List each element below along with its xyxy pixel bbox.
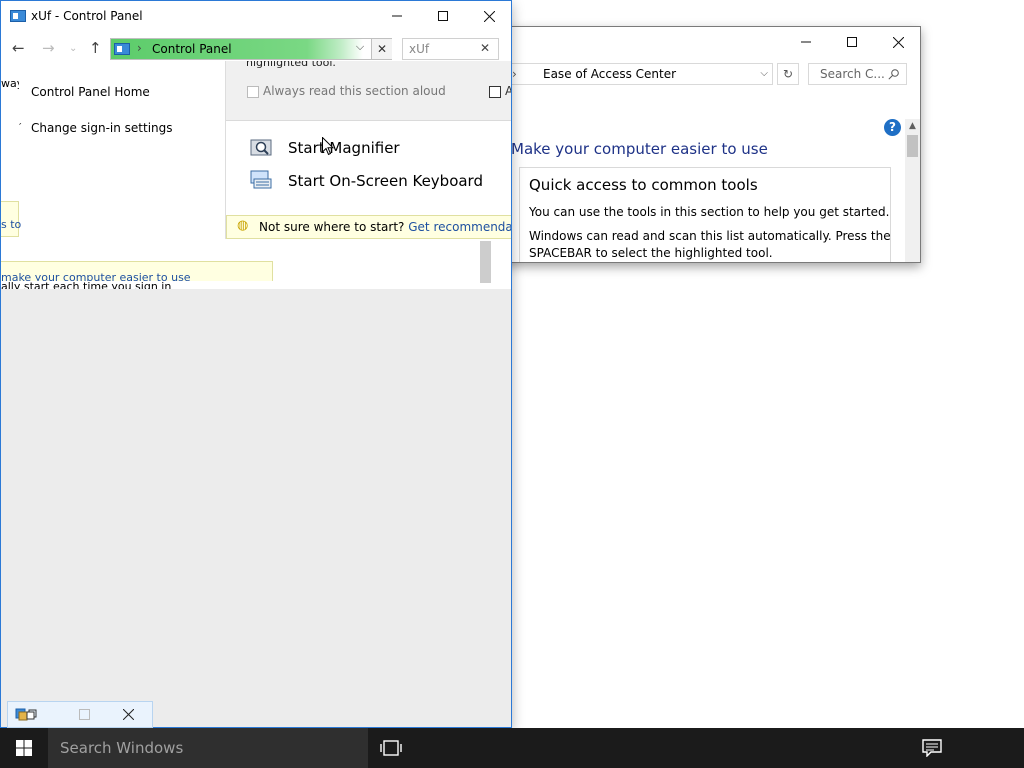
lightbulb-icon: ◍: [237, 218, 249, 233]
recommendation-tip: ◍ Not sure where to start? Get recommend…: [226, 215, 511, 239]
sidebar-item-control-panel-home[interactable]: Control Panel Home: [31, 85, 150, 99]
taskbar: Search Windows: [0, 728, 1024, 768]
magnifier-icon: [250, 139, 272, 156]
quick-access-line: SPACEBAR to select the highlighted tool.: [529, 246, 773, 260]
scan-checkbox-label[interactable]: A: [505, 84, 511, 98]
search-input[interactable]: Search C...: [808, 63, 907, 85]
address-bar[interactable]: › Control Panel ⌵ ✕: [110, 38, 392, 60]
always-read-checkbox[interactable]: [247, 86, 259, 98]
scroll-thumb[interactable]: [480, 241, 491, 283]
scroll-up-icon[interactable]: ▲: [905, 121, 920, 131]
forward-arrow-icon[interactable]: →: [42, 39, 55, 57]
page-heading: Make your computer easier to use: [511, 140, 768, 158]
truncated-row: ally start each time you sign in: [1, 281, 273, 289]
windows-logo-icon: [16, 740, 32, 756]
close-button[interactable]: [466, 1, 511, 31]
task-view-icon[interactable]: [380, 739, 402, 757]
mouse-cursor-icon: [322, 137, 334, 156]
clear-address-icon[interactable]: ✕: [371, 39, 392, 59]
start-magnifier-link[interactable]: Start Magnifier: [288, 139, 400, 157]
breadcrumb-separator: ›: [512, 67, 517, 81]
minimize-icon: [801, 41, 811, 43]
close-icon[interactable]: [123, 709, 134, 720]
refresh-button[interactable]: ↻: [777, 63, 799, 85]
search-icon: [888, 69, 899, 80]
recent-dropdown-icon[interactable]: ⌄: [69, 43, 77, 54]
breadcrumb-ease-of-access[interactable]: Ease of Access Center: [543, 64, 676, 84]
sidebar-marker: ′: [19, 121, 22, 134]
scroll-thumb[interactable]: [907, 135, 918, 157]
maximize-icon: [847, 37, 857, 47]
title-bar[interactable]: xUf - Control Panel: [1, 1, 511, 31]
chevron-down-icon[interactable]: ⌵: [760, 64, 768, 84]
control-panel-icon: [114, 43, 130, 55]
start-on-screen-keyboard-link[interactable]: Start On-Screen Keyboard: [288, 172, 483, 190]
tip-text: Not sure where to start? Get recommendat…: [259, 220, 511, 234]
maximize-button[interactable]: [829, 27, 875, 57]
highlight-section: highlighted tool. Always read this secti…: [226, 61, 511, 121]
refresh-icon: ↻: [782, 67, 794, 81]
vertical-scrollbar[interactable]: [477, 238, 497, 288]
action-center-icon[interactable]: [922, 739, 942, 757]
keyboard-icon: [250, 170, 272, 189]
search-value: xUf: [409, 42, 430, 56]
chevron-down-icon[interactable]: ⌵: [351, 40, 369, 59]
up-arrow-icon[interactable]: ↑: [89, 39, 102, 57]
minimize-icon: [392, 15, 402, 17]
empty-content-area: [1, 289, 511, 727]
truncated-heading: highlighted tool.: [246, 61, 336, 69]
content-fragment: [273, 238, 477, 289]
scan-checkbox[interactable]: [489, 86, 501, 98]
ease-of-access-window: › Ease of Access Center ⌵ ↻ Search C... …: [496, 26, 921, 263]
address-bar[interactable]: › Ease of Access Center ⌵: [511, 63, 773, 85]
close-icon: [892, 36, 904, 48]
start-button[interactable]: [0, 728, 48, 768]
title-bar[interactable]: [497, 27, 920, 57]
ease-of-access-overlay: highlighted tool. Always read this secti…: [225, 61, 511, 239]
help-icon[interactable]: ?: [884, 119, 901, 136]
back-arrow-icon[interactable]: ←: [12, 39, 25, 57]
sidebar-item-change-sign-in[interactable]: Change sign-in settings: [31, 121, 173, 135]
tip-label: Not sure where to start?: [259, 220, 405, 234]
search-placeholder: Search C...: [820, 67, 885, 81]
control-panel-icon: [10, 10, 26, 22]
quick-access-line: Windows can read and scan this list auto…: [529, 229, 891, 243]
search-input[interactable]: xUf ✕: [402, 38, 499, 60]
taskbar-search[interactable]: Search Windows: [48, 728, 368, 768]
quick-access-title: Quick access to common tools: [529, 176, 758, 194]
maximize-icon[interactable]: [79, 709, 90, 720]
minimize-button[interactable]: [374, 1, 420, 31]
truncated-text: ally start each time you sign in: [1, 281, 172, 289]
get-recommendations-link[interactable]: Get recommendations: [408, 220, 511, 234]
control-panel-icon: [15, 708, 37, 721]
close-button[interactable]: [875, 27, 920, 57]
taskbar-thumbnail[interactable]: [7, 701, 153, 728]
minimize-button[interactable]: [783, 27, 829, 57]
always-read-label[interactable]: Always read this section aloud: [263, 84, 446, 98]
truncated-link[interactable]: s to: [1, 218, 21, 231]
clear-search-icon[interactable]: ✕: [480, 41, 490, 55]
maximize-icon: [438, 11, 448, 21]
window-title: xUf - Control Panel: [31, 9, 143, 23]
quick-access-section: Quick access to common tools You can use…: [519, 167, 891, 262]
control-panel-window: xUf - Control Panel ← → ⌄ ↑ › Control Pa…: [0, 0, 512, 728]
quick-access-line: You can use the tools in this section to…: [529, 205, 890, 219]
vertical-scrollbar[interactable]: ▲: [905, 119, 920, 262]
breadcrumb-control-panel[interactable]: Control Panel: [152, 42, 232, 56]
close-icon: [483, 10, 495, 22]
maximize-button[interactable]: [420, 1, 466, 31]
breadcrumb-separator: ›: [137, 41, 142, 55]
